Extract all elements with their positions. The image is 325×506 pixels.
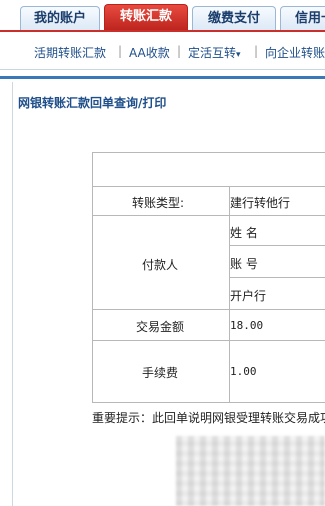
table-border [92,152,325,153]
tab-label: 缴费支付 [207,11,260,26]
tab-label: 转账汇款 [119,9,172,24]
left-border [12,82,13,506]
table-border [92,186,325,187]
payer-name-label: 姓 名 [230,226,258,240]
tab-my-account[interactable]: 我的账户 [20,6,100,31]
receipt-table: 转账类型: 建行转他行 付款人 姓 名 账 号 开户行 交易金额 18.00 手… [92,152,325,432]
page-title: 网银转账汇款回单查询/打印 [18,96,167,110]
table-border [92,152,93,403]
submenu-current-transfer[interactable]: 活期转账汇款 [34,44,106,61]
payer-label: 付款人 [142,258,179,272]
important-notice: 重要提示：此回单说明网银受理转账交易成功 [92,411,325,425]
tab-transfer[interactable]: 转账汇款 [104,4,188,32]
main-tab-bar: 我的账户 转账汇款 缴费支付 信用卡 [0,0,325,32]
sub-menu: 活期转账汇款 | AA收款 | 定活互转▾ | 向企业转账 [0,32,325,70]
table-border [92,340,325,341]
submenu-label: 定活互转 [188,46,237,60]
submenu-enterprise-transfer[interactable]: 向企业转账 [265,44,325,61]
tab-credit-card[interactable]: 信用卡 [280,6,325,31]
submenu-separator: | [177,44,182,58]
tab-label: 信用卡 [295,11,325,26]
transfer-type-value: 建行转他行 [230,196,291,210]
payer-bank-label: 开户行 [230,289,267,303]
chevron-down-icon: ▾ [236,50,241,60]
amount-label: 交易金额 [136,320,185,334]
submenu-aa-collection[interactable]: AA收款 [129,44,170,61]
fee-label: 手续费 [142,366,179,380]
fee-value: 1.00 [230,365,257,378]
transfer-type-label: 转账类型: [132,196,185,210]
amount-value: 18.00 [230,319,264,332]
submenu-separator: | [254,44,259,58]
submenu-fixed-current-transfer[interactable]: 定活互转▾ [188,44,241,61]
tab-label: 我的账户 [33,11,86,26]
tab-payment[interactable]: 缴费支付 [192,6,276,31]
submenu-underline [0,76,325,79]
payer-account-label: 账 号 [230,257,258,271]
table-border [92,309,325,310]
table-border [229,277,325,278]
table-border [92,402,325,403]
table-border [229,245,325,246]
blurred-image [176,436,325,506]
table-border [92,215,325,216]
submenu-separator: | [118,44,123,58]
